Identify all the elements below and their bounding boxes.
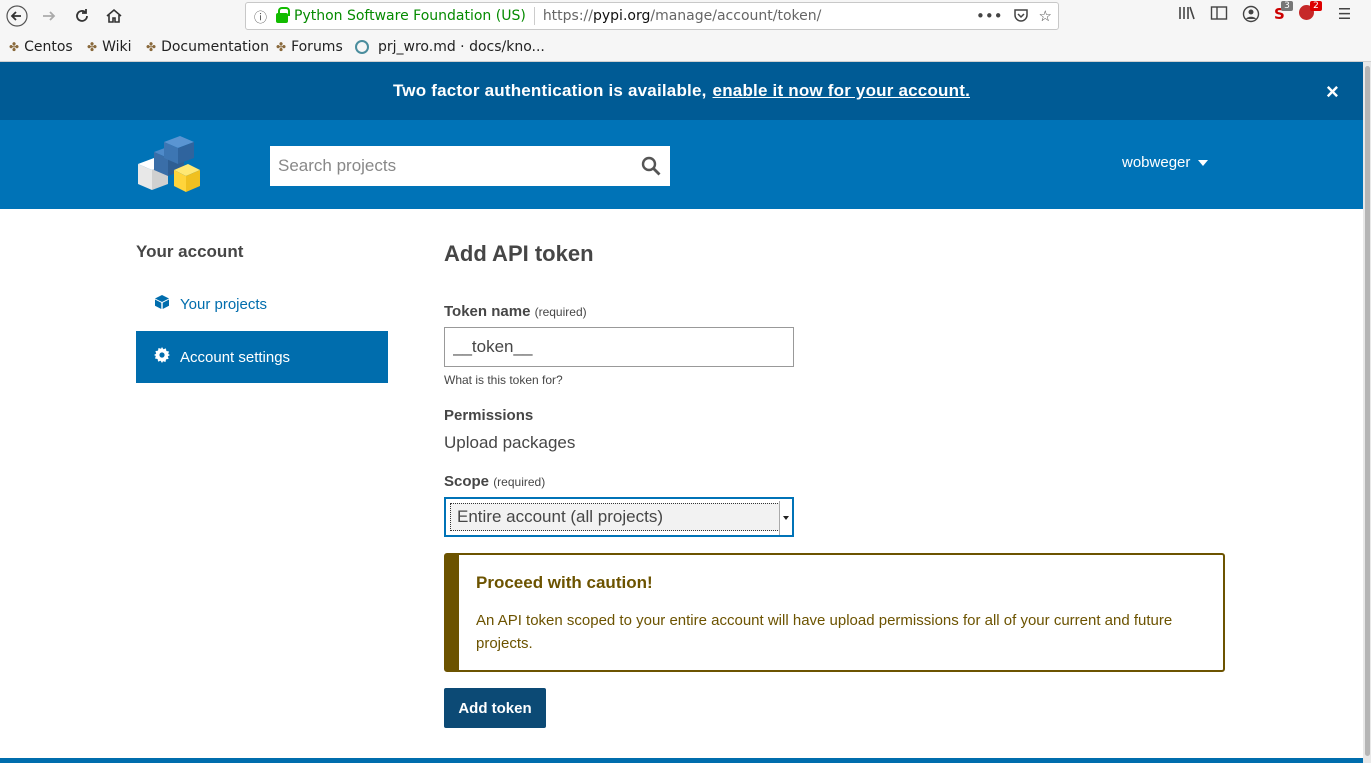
enable-2fa-link[interactable]: enable it now for your account.	[713, 81, 970, 101]
scope-label: Scope (required)	[444, 473, 546, 490]
token-name-input[interactable]	[444, 327, 794, 367]
bookmark-icon: ✤	[276, 40, 287, 54]
cube-icon	[154, 294, 170, 314]
username: wobweger	[1122, 154, 1191, 171]
bookmark-wiki[interactable]: ✤ Wiki	[87, 39, 131, 55]
sidebar-item-your-projects[interactable]: Your projects	[136, 278, 388, 330]
user-menu[interactable]: wobweger	[1122, 154, 1209, 171]
chevron-down-icon	[1198, 159, 1209, 166]
library-icon[interactable]	[1178, 5, 1196, 27]
notice-text: Two factor authentication is available,	[392, 81, 707, 100]
bookmark-centos[interactable]: ✤ Centos	[9, 39, 73, 55]
page-title: Add API token	[444, 241, 594, 266]
caution-callout: Proceed with caution! An API token scope…	[444, 553, 1225, 672]
info-icon[interactable]: ⓘ	[254, 7, 272, 26]
bookmark-documentation[interactable]: ✤ Documentation	[146, 39, 269, 55]
site-header: wobweger	[0, 120, 1363, 209]
search-icon[interactable]	[632, 156, 670, 176]
account-icon[interactable]	[1242, 5, 1260, 27]
gear-icon	[154, 347, 170, 367]
token-name-label: Token name (required)	[444, 303, 587, 320]
browser-toolbar: ⓘ Python Software Foundation (US) https:…	[0, 0, 1371, 33]
search-input[interactable]	[270, 146, 632, 186]
globe-icon	[355, 40, 369, 54]
forward-icon[interactable]	[35, 3, 63, 29]
sidebar-title: Your account	[136, 242, 244, 261]
token-help-text: What is this token for?	[444, 373, 563, 387]
url-text[interactable]: https://pypi.org/manage/account/token/	[543, 8, 822, 24]
pypi-logo[interactable]	[134, 134, 202, 194]
back-icon[interactable]	[3, 3, 31, 29]
more-actions-icon[interactable]: •••	[976, 7, 1003, 27]
dropdown-arrow-icon[interactable]	[779, 501, 791, 535]
scope-select[interactable]: Entire account (all projects)	[444, 497, 794, 537]
search-bar	[270, 146, 670, 186]
permissions-value: Upload packages	[444, 433, 576, 452]
two-factor-notice: Two factor authentication is available, …	[0, 62, 1363, 120]
caution-text: An API token scoped to your entire accou…	[476, 612, 1173, 652]
sidebar-item-account-settings[interactable]: Account settings	[136, 331, 388, 383]
sidebar-item-label: Your projects	[180, 295, 267, 313]
extension-r-icon[interactable]: 2	[1298, 1, 1322, 27]
bookmarks-bar: ✤ Centos ✤ Wiki ✤ Documentation ✤ Forums prj…	[0, 33, 1371, 62]
close-icon[interactable]: ×	[1326, 79, 1339, 105]
lock-icon	[276, 7, 290, 23]
home-icon[interactable]	[100, 3, 128, 29]
sidebar-toggle-icon[interactable]	[1210, 5, 1228, 27]
add-token-button[interactable]: Add token	[444, 688, 546, 728]
bookmark-forums[interactable]: ✤ Forums	[276, 39, 343, 55]
bookmark-icon: ✤	[146, 40, 157, 54]
site-identity[interactable]: Python Software Foundation (US)	[294, 8, 526, 24]
bookmark-icon: ✤	[87, 40, 98, 54]
caution-title: Proceed with caution!	[476, 573, 653, 592]
reload-icon[interactable]	[68, 3, 96, 29]
sidebar-item-label: Account settings	[180, 348, 291, 366]
extension-s-icon[interactable]: S 3	[1274, 1, 1293, 27]
scrollbar-thumb[interactable]	[1365, 66, 1370, 756]
bookmark-icon: ✤	[9, 40, 20, 54]
bookmark-prj-wro[interactable]: prj_wro.md · docs/kno...	[355, 39, 545, 55]
pocket-icon[interactable]	[1013, 7, 1029, 27]
scope-selected-value: Entire account (all projects)	[450, 501, 791, 535]
bookmark-star-icon[interactable]: ☆	[1039, 7, 1052, 27]
menu-icon[interactable]: ☰	[1338, 5, 1351, 27]
url-bar[interactable]: ⓘ Python Software Foundation (US) https:…	[245, 2, 1059, 30]
footer-strip	[0, 758, 1363, 763]
url-separator	[533, 7, 535, 25]
permissions-label: Permissions	[444, 407, 534, 424]
